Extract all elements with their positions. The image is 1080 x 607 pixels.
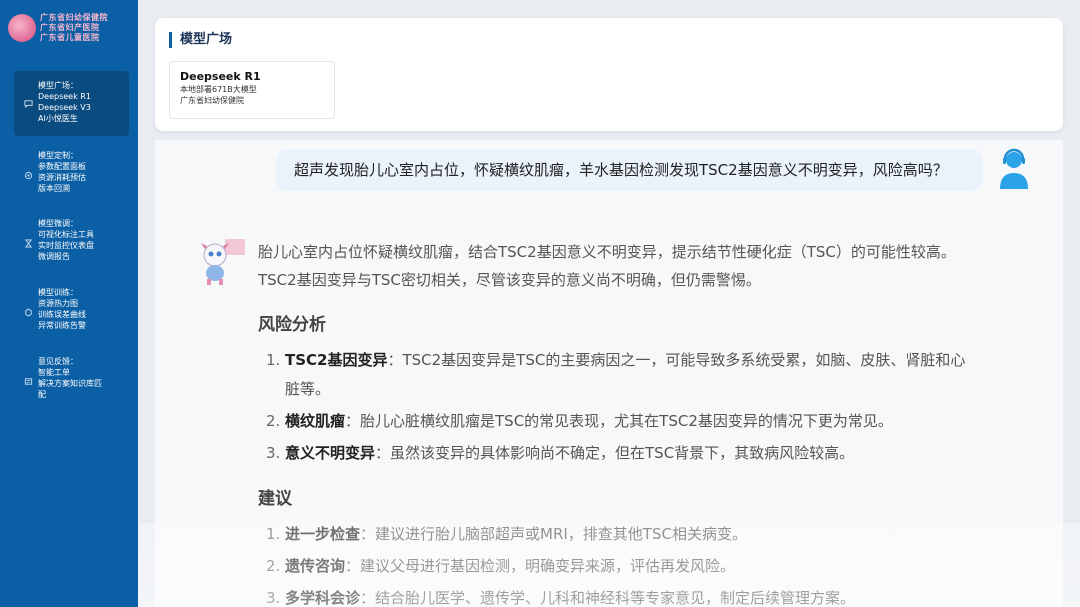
nav-subitem[interactable]: 异常训练告警 [38,320,86,331]
logo-line: 广东省儿童医院 [40,33,100,42]
logo-icon [8,14,36,42]
nav-subitem[interactable]: 可视化标注工具 [38,229,94,240]
section-title: 模型广场 [169,32,232,48]
sidebar-item-model-plaza[interactable]: 模型广场： Deepseek R1 Deepseek V3 AI小悦医生 [14,71,129,136]
list-item: 2. 遗传咨询：建议父母进行基因检测，明确变异来源，评估再发风险。 [266,557,736,575]
logo-line: 广东省妇产医院 [40,23,100,32]
sidebar-item-feedback[interactable]: 意见反馈： 智能工单 解决方案知识库匹 配 [14,356,129,406]
nav-heading: 意见反馈： [38,357,78,366]
logo-line: 广东省妇幼保健院 [40,13,108,22]
nav-subitem[interactable]: 参数配置面板 [38,161,86,172]
list-item: 1. TSC2基因变异：TSC2基因变异是TSC的主要病因之一，可能导致多系统受累… [266,351,966,398]
list-item: 2. 横纹肌瘤：胎儿心脏横纹肌瘤是TSC的常见表现，尤其在TSC2基因变异的情况下… [266,412,893,430]
advice-heading: 建议 [258,489,292,509]
hospital-logo: 广东省妇幼保健院 广东省妇产医院 广东省儿童医院 [8,10,132,46]
nav-subitem[interactable]: 资源热力图 [38,298,86,309]
model-plaza-card: 模型广场 Deepseek R1 本地部署671B大模型 广东省妇幼保健院 [155,18,1063,131]
nav-subitem[interactable]: 资源消耗预估 [38,172,86,183]
feedback-icon [18,377,38,386]
advice-list: 1. 进一步检查：建议进行胎儿脑部超声或MRI，排查其他TSC相关病变。 2. 遗传… [258,520,983,607]
model-desc: 本地部署671B大模型 [180,85,257,94]
bot-answer: 胎儿心室内占位怀疑横纹肌瘤，结合TSC2基因意义不明变异，提示结节性硬化症（TS… [258,238,983,607]
nav-subitem[interactable]: 解决方案知识库匹 [38,378,102,389]
sidebar-item-training[interactable]: 模型训练： 资源热力图 训练误差曲线 异常训练告警 [14,287,129,337]
nav-subitem: 配 [38,390,46,399]
bot-avatar-icon [191,237,251,287]
training-icon [18,307,38,317]
nav-subitem[interactable]: Deepseek R1 [38,91,91,102]
list-item: 3. 意义不明变异：虽然该变异的具体影响尚不确定，但在TSC背景下，其致病风险较高… [266,444,855,462]
settings-icon [18,171,38,180]
nav-subitem[interactable]: 智能工单 [38,367,102,378]
answer-intro: 胎儿心室内占位怀疑横纹肌瘤，结合TSC2基因意义不明变异，提示结节性硬化症（TS… [258,243,956,261]
risk-list: 1. TSC2基因变异：TSC2基因变异是TSC的主要病因之一，可能导致多系统受累… [258,346,983,468]
user-question-bubble: 超声发现胎儿心室内占位，怀疑横纹肌瘤，羊水基因检测发现TSC2基因意义不明变异，… [276,149,983,191]
nav-heading: 模型定制： [38,151,78,160]
nav-subitem[interactable]: 训练误差曲线 [38,309,86,320]
nav-heading: 模型微调： [38,219,78,228]
user-avatar-icon [993,145,1035,191]
sidebar-item-fine-tune[interactable]: 模型微调： 可视化标注工具 实时监控仪表盘 微调报告 [14,218,129,268]
sidebar: 广东省妇幼保健院 广东省妇产医院 广东省儿童医院 模型广场： Deepseek … [0,0,138,607]
answer-intro: TSC2基因变异与TSC密切相关，尽管该变异的意义尚不明确，但仍需警惕。 [258,271,761,289]
nav-subitem[interactable]: 微调报告 [38,251,94,262]
model-org: 广东省妇幼保健院 [180,96,244,105]
nav-heading: 模型广场： [38,81,78,90]
list-item: 3. 多学科会诊：结合胎儿医学、遗传学、儿科和神经科等专家意见，制定后续管理方案。 [266,589,856,607]
chat-icon [18,99,38,108]
list-item: 1. 进一步检查：建议进行胎儿脑部超声或MRI，排查其他TSC相关病变。 [266,525,747,543]
model-name: Deepseek R1 [180,70,261,83]
model-card-deepseek-r1[interactable]: Deepseek R1 本地部署671B大模型 广东省妇幼保健院 [169,61,335,119]
sidebar-item-model-custom[interactable]: 模型定制： 参数配置面板 资源消耗预估 版本回溯 [14,150,129,200]
chat-area: 超声发现胎儿心室内占位，怀疑横纹肌瘤，羊水基因检测发现TSC2基因意义不明变异，… [155,140,1063,607]
risk-analysis-heading: 风险分析 [258,315,326,335]
hourglass-icon [18,238,38,248]
nav-subitem[interactable]: 版本回溯 [38,183,86,194]
nav-subitem[interactable]: 实时监控仪表盘 [38,240,94,251]
nav-subitem[interactable]: AI小悦医生 [38,113,91,124]
nav-subitem[interactable]: Deepseek V3 [38,102,91,113]
nav-heading: 模型训练： [38,288,78,297]
